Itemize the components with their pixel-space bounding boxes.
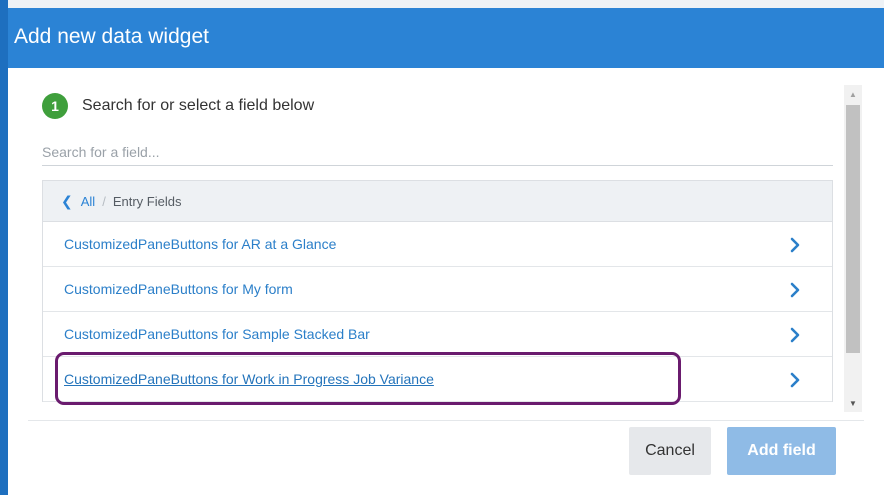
step-number-badge: 1 [42, 93, 68, 119]
chevron-right-icon[interactable] [785, 235, 805, 255]
window-edge [0, 0, 8, 495]
breadcrumb: ❮ All / Entry Fields [43, 181, 832, 222]
scrollbar-thumb[interactable] [846, 105, 860, 353]
chevron-right-icon[interactable] [785, 280, 805, 300]
field-list-item[interactable]: CustomizedPaneButtons for Work in Progre… [43, 357, 832, 402]
chevron-right-icon[interactable] [785, 370, 805, 390]
dialog-header: Add new data widget [8, 8, 884, 68]
add-data-widget-dialog: Add new data widget 1 Search for or sele… [8, 8, 884, 495]
add-field-button[interactable]: Add field [727, 427, 836, 475]
cancel-button[interactable]: Cancel [629, 427, 711, 475]
field-search-input[interactable] [42, 138, 833, 166]
field-link[interactable]: CustomizedPaneButtons for Work in Progre… [64, 371, 434, 387]
field-link[interactable]: CustomizedPaneButtons for Sample Stacked… [64, 326, 370, 342]
field-list-item[interactable]: CustomizedPaneButtons for AR at a Glance [43, 222, 832, 267]
footer-divider [28, 420, 864, 421]
breadcrumb-current: Entry Fields [112, 193, 182, 209]
field-list-item[interactable]: CustomizedPaneButtons for My form [43, 267, 832, 312]
field-link[interactable]: CustomizedPaneButtons for My form [64, 281, 293, 297]
step-text: Search for or select a field below [82, 97, 315, 114]
chevron-left-icon: ❮ [61, 192, 73, 209]
breadcrumb-all-label: All [80, 193, 96, 209]
dialog-title: Add new data widget [14, 25, 209, 48]
chevron-right-icon[interactable] [785, 325, 805, 345]
field-list: ❮ All / Entry Fields CustomizedPaneButto… [42, 180, 833, 402]
step-instruction: 1 Search for or select a field below [42, 93, 314, 119]
triangle-down-icon[interactable]: ▼ [844, 394, 862, 412]
breadcrumb-all-link[interactable]: ❮ All [61, 193, 95, 210]
list-scrollbar[interactable]: ▲ ▼ [844, 85, 862, 412]
field-link[interactable]: CustomizedPaneButtons for AR at a Glance [64, 236, 336, 252]
field-list-item[interactable]: CustomizedPaneButtons for Sample Stacked… [43, 312, 832, 357]
breadcrumb-separator: / [102, 193, 106, 209]
background-strip [8, 0, 884, 8]
triangle-up-icon[interactable]: ▲ [844, 85, 862, 103]
